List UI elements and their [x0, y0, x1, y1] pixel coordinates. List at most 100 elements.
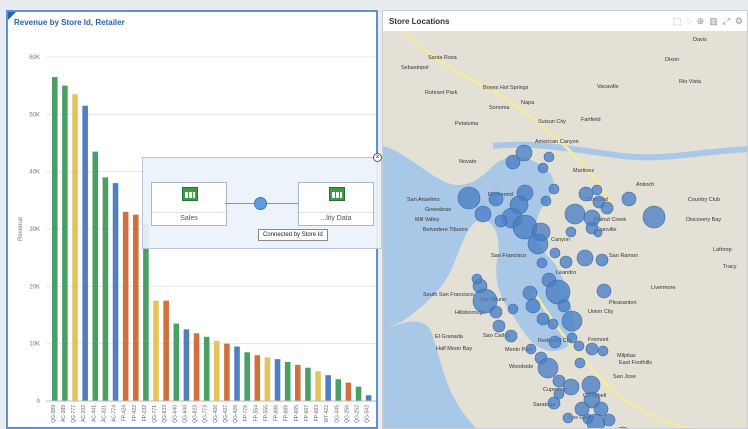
bar[interactable]: [82, 105, 88, 401]
store-bubble[interactable]: [549, 247, 561, 259]
bar[interactable]: [274, 359, 281, 401]
store-bubble[interactable]: [525, 298, 541, 314]
bar[interactable]: [133, 214, 139, 401]
store-bubble[interactable]: [562, 378, 580, 396]
expand-icon[interactable]: ⤢: [723, 16, 730, 26]
bar[interactable]: [62, 85, 68, 402]
bar[interactable]: [72, 94, 78, 402]
zoom-icon[interactable]: ⊕: [697, 16, 705, 26]
bar[interactable]: [224, 343, 230, 401]
store-bubble[interactable]: [537, 162, 549, 174]
bar[interactable]: [193, 333, 200, 401]
store-bubble[interactable]: [537, 357, 559, 379]
store-bubble[interactable]: [602, 413, 616, 427]
store-bubble[interactable]: [564, 203, 586, 225]
store-bubble[interactable]: [566, 332, 578, 344]
store-bubble[interactable]: [593, 228, 603, 238]
bar[interactable]: [315, 371, 321, 401]
x-tick-label: QG-389: [51, 405, 57, 423]
bar[interactable]: [203, 336, 210, 401]
bar[interactable]: [112, 183, 119, 401]
x-tick-label: QG-823: [193, 405, 199, 423]
store-bubble[interactable]: [488, 191, 504, 207]
store-bubble[interactable]: [548, 183, 560, 195]
bar[interactable]: [284, 362, 291, 401]
store-bubble[interactable]: [576, 249, 594, 267]
bar[interactable]: [143, 223, 149, 401]
store-bubble[interactable]: [621, 191, 637, 207]
bar[interactable]: [335, 379, 342, 401]
bar[interactable]: [183, 329, 190, 401]
store-bubble[interactable]: [540, 195, 552, 207]
bar[interactable]: [264, 357, 271, 401]
bar[interactable]: [214, 340, 220, 401]
store-bubble[interactable]: [471, 273, 483, 285]
sales-dataset-card[interactable]: Sales: [151, 182, 227, 226]
store-bubble[interactable]: [474, 205, 492, 223]
bar[interactable]: [345, 382, 352, 401]
close-icon[interactable]: ×: [373, 153, 382, 162]
store-bubble[interactable]: [543, 151, 555, 163]
bar[interactable]: [254, 355, 261, 401]
store-bubble[interactable]: [547, 396, 561, 410]
bar[interactable]: [244, 352, 250, 401]
store-bubble[interactable]: [457, 186, 481, 210]
store-bubble[interactable]: [548, 335, 562, 349]
store-bubble[interactable]: [504, 329, 518, 343]
store-bubble[interactable]: [585, 342, 599, 356]
place-label: Antioch: [636, 182, 654, 188]
gear-icon[interactable]: ⚙: [735, 16, 743, 26]
store-bubble[interactable]: [536, 312, 550, 326]
store-bubble[interactable]: [525, 343, 537, 355]
store-bubble[interactable]: [596, 283, 612, 299]
bar[interactable]: [163, 300, 169, 401]
x-tick-label: QG-773: [203, 405, 209, 423]
store-bubble[interactable]: [595, 253, 609, 267]
bar[interactable]: [173, 323, 180, 401]
bar[interactable]: [92, 151, 99, 401]
bar-chart-icon[interactable]: ▥: [709, 16, 718, 26]
store-bubble[interactable]: [642, 205, 666, 229]
bar[interactable]: [234, 346, 240, 401]
connection-link-node[interactable]: [254, 197, 267, 210]
store-bubble[interactable]: [591, 184, 603, 196]
store-bubble[interactable]: [515, 144, 533, 162]
store-bubble[interactable]: [489, 305, 503, 319]
store-bubble[interactable]: [565, 226, 577, 238]
lasso-icon[interactable]: ◌: [686, 16, 691, 26]
store-bubble[interactable]: [586, 413, 606, 429]
store-bubble[interactable]: [578, 186, 594, 202]
store-bubble[interactable]: [581, 375, 601, 395]
store-bubble[interactable]: [573, 340, 585, 352]
store-bubble[interactable]: [574, 357, 586, 369]
bar[interactable]: [122, 211, 129, 401]
store-bubble[interactable]: [522, 285, 538, 301]
store-locations-map[interactable]: Santa Rosa Sebastopol Rohnert Park Boyes Ho…: [383, 31, 748, 429]
store-bubble[interactable]: [547, 318, 559, 330]
select-icon[interactable]: ⬚: [673, 16, 682, 26]
x-tick-label: QG-640: [172, 405, 178, 423]
bar[interactable]: [365, 395, 372, 401]
bar[interactable]: [102, 177, 109, 401]
bar[interactable]: [52, 77, 58, 402]
store-bubble[interactable]: [562, 412, 574, 424]
store-bubble[interactable]: [597, 345, 609, 357]
bar[interactable]: [305, 367, 311, 401]
y-tick-label: 50K: [29, 112, 40, 118]
bar[interactable]: [325, 375, 331, 401]
store-bubble[interactable]: [492, 319, 506, 333]
store-bubble[interactable]: [527, 233, 549, 255]
store-bubble[interactable]: [557, 299, 571, 313]
locality-dataset-card[interactable]: ...lity Data: [298, 182, 374, 226]
store-map-panel[interactable]: Store Locations ⬚ ◌ ⊕ ▥ ⤢ ⚙ Santa Rosa Se…: [382, 10, 748, 429]
store-bubble[interactable]: [536, 257, 548, 269]
bar[interactable]: [153, 300, 159, 401]
store-bubble[interactable]: [559, 255, 573, 269]
store-bubble[interactable]: [494, 214, 508, 228]
bar[interactable]: [355, 386, 362, 401]
store-bubble[interactable]: [600, 201, 614, 215]
bar[interactable]: [295, 364, 301, 401]
store-bubble[interactable]: [561, 310, 583, 332]
store-bubble[interactable]: [507, 303, 519, 315]
place-label: East Foothills: [619, 360, 652, 366]
